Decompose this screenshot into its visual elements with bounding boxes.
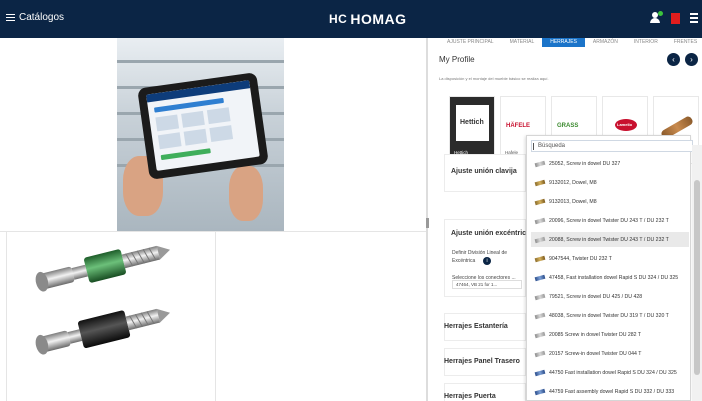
dropdown-item-label: 20085 Screw in dowel Twister DU 282 T [549,331,642,338]
profile-description: La disposición y el montaje del mueble b… [439,76,549,81]
dropdown-item-label: 44759 Fast assembly dowel Rapid S DU 332… [549,388,675,395]
language-flag-icon[interactable] [671,12,680,24]
search-placeholder: Búsqueda [538,143,566,149]
tab-frentes[interactable]: FRENTES [666,38,702,47]
dropdown-item-label: 9132013, Dowel, M8 [549,198,597,205]
herrajes-puerta-heading: Herrajes Puerta [444,393,496,400]
dropdown-item[interactable]: 9047544, Twister DU 232 T [531,251,689,266]
tab-ajuste-principal[interactable]: AJUSTE PRINCIPAL [439,38,502,47]
dropdown-scrollbar[interactable] [692,145,702,401]
catalog-menu-label: Catálogos [19,12,65,23]
left-preview-area [0,38,426,401]
dropdown-item[interactable]: 44750 Fast installation dowel Rapid S DU… [531,365,689,380]
dropdown-item[interactable]: 20096, Screw in dowel Twister DU 243 T /… [531,213,689,228]
dropdown-item-label: 44750 Fast installation dowel Rapid S DU… [549,369,677,376]
dropdown-item-label: 25052, Screw in dowel DU 327 [549,160,621,167]
tab-material[interactable]: MATERIAL [502,38,543,47]
dowel-thumbnail-icon [534,312,546,319]
dropdown-item-label: 48038, Screw in dowel Twister DU 319 T /… [549,312,669,319]
dowel-thumbnail-icon [534,217,546,224]
scrollbar-thumb[interactable] [694,180,700,375]
homag-logo-text: HOMAG [350,11,407,27]
dropdown-item[interactable]: 47458, Fast installation dowel Rapid S D… [531,270,689,285]
dowel-thumbnail-icon [534,388,546,395]
black-dowel-image [35,308,171,355]
green-dowel-image [35,245,171,292]
dropdown-item[interactable]: 9132012, Dowel, M8 [531,175,689,190]
dropdown-item-label: 79521, Screw in dowel DU 425 / DU 428 [549,293,643,300]
search-input[interactable]: Búsqueda [531,140,693,152]
dowel-thumbnail-icon [534,369,546,376]
dowel-thumbnail-icon [534,255,546,262]
lamello-logo: Lamello [617,122,633,127]
dowel-thumbnail-icon [534,236,546,243]
connector-select[interactable]: 47464, VB 21 for 1... [452,280,522,289]
dropdown-item[interactable]: 44759 Fast assembly dowel Rapid S DU 332… [531,384,689,399]
menu-icon[interactable] [690,13,698,23]
dropdown-item-label: 9047544, Twister DU 232 T [549,255,612,262]
info-icon[interactable]: i [483,257,491,265]
dropdown-item[interactable]: 20088, Screw in dowel Twister DU 243 T /… [531,232,689,247]
tab-armazon[interactable]: ARMAZÓN [585,38,626,47]
chevron-left-icon: ‹ [672,55,675,64]
dowel-search-dropdown: Búsqueda 25052, Screw in dowel DU 327 913… [526,135,693,401]
herrajes-panel-trasero-heading: Herrajes Panel Trasero [444,358,520,365]
dropdown-item[interactable]: 79521, Screw in dowel DU 425 / DU 428 [531,289,689,304]
hettich-logo: Hettich [460,119,484,126]
herrajes-estanteria-heading: Herrajes Estantería [444,323,508,330]
top-bar: Catálogos HC HOMAG [0,0,702,38]
profile-title: My Profile [439,55,475,64]
chevron-right-icon: › [690,55,693,64]
dropdown-item[interactable]: 20157 Screw-in dowel Twister DU 044 T [531,346,689,361]
herrajes-puerta-card[interactable]: Herrajes Puerta [444,383,526,401]
dowel-thumbnail-icon [534,198,546,205]
dowel-thumbnail-icon [534,160,546,167]
herrajes-estanteria-card[interactable]: Herrajes Estantería [444,313,526,341]
config-tabs: AJUSTE PRINCIPAL MATERIAL HERRAJES ARMAZ… [439,38,702,47]
prev-button[interactable]: ‹ [667,53,680,66]
dropdown-item-label: 47458, Fast installation dowel Rapid S D… [549,274,679,281]
homag-logo: HC HOMAG [329,11,407,27]
dropdown-item-label: 9132012, Dowel, M8 [549,179,597,186]
tab-herrajes[interactable]: HERRAJES [542,38,585,47]
dowel-thumbnail-icon [534,350,546,357]
ajuste-clavija-card[interactable]: Ajuste unión clavija [444,154,526,192]
homag-logo-mark: HC [329,12,348,26]
herrajes-panel-trasero-card[interactable]: Herrajes Panel Trasero [444,348,526,376]
dropdown-item-label: 20157 Screw-in dowel Twister DU 044 T [549,350,642,357]
dropdown-item-label: 20096, Screw in dowel Twister DU 243 T /… [549,217,669,224]
dropdown-item[interactable]: 25052, Screw in dowel DU 327 [531,156,689,171]
next-button[interactable]: › [685,53,698,66]
dropdown-item-label: 20088, Screw in dowel Twister DU 243 T /… [549,236,669,243]
tablet-warehouse-photo [117,38,284,231]
tab-interior[interactable]: INTERIOR [626,38,666,47]
catalog-menu-button[interactable]: Catálogos [6,12,64,23]
list-icon [6,13,15,22]
tablet-device [137,72,269,180]
dropdown-item[interactable]: 48038, Screw in dowel Twister DU 319 T /… [531,308,689,323]
dropdown-item[interactable]: 20085 Screw in dowel Twister DU 282 T [531,327,689,342]
dowel-thumbnail-icon [534,293,546,300]
dowel-thumbnail-icon [534,331,546,338]
hafele-logo: HÄFELE [506,123,530,129]
dowel-thumbnail-icon [534,274,546,281]
dropdown-item[interactable]: 9132013, Dowel, M8 [531,194,689,209]
dowel-thumbnail-icon [534,179,546,186]
user-status-icon[interactable] [649,11,663,24]
grass-logo: GRASS [557,123,579,129]
